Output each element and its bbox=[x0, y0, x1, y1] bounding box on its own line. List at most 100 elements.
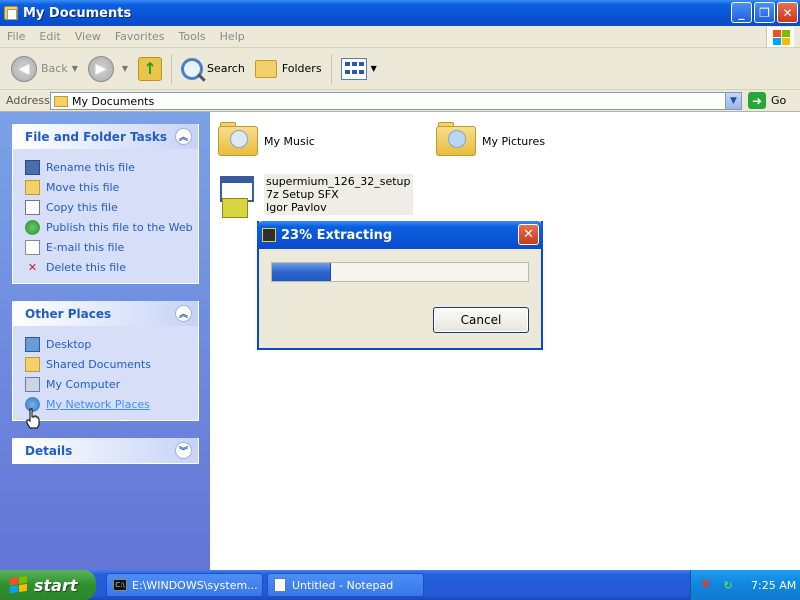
desktop-icon bbox=[25, 336, 40, 352]
file-type: 7z Setup SFX bbox=[266, 188, 339, 201]
file-name: My Music bbox=[264, 135, 315, 148]
search-label: Search bbox=[207, 62, 245, 75]
file-name: My Pictures bbox=[482, 135, 546, 148]
place-desktop[interactable]: Desktop bbox=[25, 334, 198, 354]
go-button[interactable]: ➜ Go bbox=[748, 92, 786, 109]
panel-title: Other Places bbox=[25, 306, 112, 321]
security-shield-icon[interactable]: ⛨ bbox=[699, 578, 713, 592]
up-folder-icon: ↑ bbox=[138, 56, 163, 81]
folder-my-music[interactable]: My Music bbox=[216, 118, 315, 158]
chevron-down-icon: ▼ bbox=[370, 64, 377, 73]
dialog-close-button[interactable]: ✕ bbox=[518, 224, 539, 245]
menu-file[interactable]: File bbox=[0, 30, 32, 43]
dialog-title: 23% Extracting bbox=[281, 227, 393, 243]
windows-logo-icon bbox=[766, 27, 794, 47]
address-value: My Documents bbox=[72, 94, 155, 108]
toolbar: ◀ Back ▼ ▶ ▼ ↑ Search Folders ▼ bbox=[0, 48, 800, 90]
task-label: Copy this file bbox=[46, 200, 118, 214]
expand-icon[interactable]: ︾ bbox=[175, 442, 192, 459]
hand-cursor-icon bbox=[26, 408, 40, 429]
computer-icon bbox=[25, 376, 40, 392]
folders-button[interactable]: Folders bbox=[250, 51, 327, 87]
address-field[interactable]: My Documents ▼ bbox=[50, 92, 742, 110]
task-email[interactable]: E-mail this file bbox=[25, 237, 198, 257]
search-icon bbox=[181, 57, 204, 80]
place-label: My Computer bbox=[46, 377, 121, 391]
back-arrow-icon: ◀ bbox=[11, 55, 37, 82]
archive-icon bbox=[262, 228, 276, 242]
extract-dialog: 23% Extracting ✕ Cancel bbox=[257, 221, 543, 350]
chevron-down-icon: ▼ bbox=[71, 64, 78, 73]
task-label: Rename this file bbox=[46, 160, 135, 174]
taskbar-button-notepad[interactable]: Untitled - Notepad bbox=[267, 573, 424, 597]
menu-tools[interactable]: Tools bbox=[172, 30, 213, 43]
notepad-icon bbox=[274, 578, 286, 592]
collapse-icon[interactable]: ︽ bbox=[175, 128, 192, 145]
address-bar: Address My Documents ▼ ➜ Go bbox=[0, 90, 800, 112]
task-pane: File and Folder Tasks ︽ Rename this file… bbox=[0, 112, 210, 570]
other-places-header[interactable]: Other Places ︽ bbox=[13, 301, 198, 326]
task-delete[interactable]: ✕ Delete this file bbox=[25, 257, 198, 277]
folders-icon bbox=[254, 59, 277, 78]
views-icon bbox=[340, 57, 367, 80]
panel-title: File and Folder Tasks bbox=[25, 129, 168, 144]
file-name: supermium_126_32_setup bbox=[266, 175, 411, 188]
close-button[interactable]: ✕ bbox=[777, 2, 798, 23]
file-supermium-setup[interactable]: supermium_126_32_setup 7z Setup SFX Igor… bbox=[216, 174, 413, 222]
place-label: Shared Documents bbox=[46, 357, 151, 371]
command-prompt-icon: C:\ bbox=[113, 579, 127, 591]
progress-fill bbox=[272, 263, 331, 281]
menu-favorites[interactable]: Favorites bbox=[108, 30, 172, 43]
start-label: start bbox=[34, 575, 78, 595]
place-my-network-places[interactable]: My Network Places bbox=[25, 394, 198, 414]
maximize-button[interactable]: ❐ bbox=[754, 2, 775, 23]
address-dropdown-button[interactable]: ▼ bbox=[725, 93, 741, 109]
task-move[interactable]: Move this file bbox=[25, 177, 198, 197]
up-folder-button[interactable]: ↑ bbox=[133, 51, 167, 87]
menu-edit[interactable]: Edit bbox=[32, 30, 67, 43]
move-icon bbox=[25, 179, 40, 195]
toolbar-separator bbox=[171, 53, 173, 84]
file-author: Igor Pavlov bbox=[266, 201, 327, 214]
system-tray: ⛨ ↻ 7:25 AM bbox=[690, 570, 800, 600]
place-shared-documents[interactable]: Shared Documents bbox=[25, 354, 198, 374]
taskbar-button-cmd[interactable]: C:\ E:\WINDOWS\system... bbox=[106, 573, 263, 597]
shared-folder-icon bbox=[25, 356, 40, 372]
task-publish[interactable]: Publish this file to the Web bbox=[25, 217, 198, 237]
menu-view[interactable]: View bbox=[68, 30, 108, 43]
views-button[interactable]: ▼ bbox=[336, 51, 382, 87]
clock[interactable]: 7:25 AM bbox=[751, 579, 796, 592]
menu-help[interactable]: Help bbox=[213, 30, 252, 43]
chevron-down-icon: ▼ bbox=[121, 64, 129, 73]
forward-button[interactable]: ▶ ▼ bbox=[83, 51, 133, 87]
dialog-title-bar[interactable]: 23% Extracting ✕ bbox=[257, 221, 543, 249]
globe-icon bbox=[25, 219, 40, 235]
task-rename[interactable]: Rename this file bbox=[25, 157, 198, 177]
file-folder-tasks-header[interactable]: File and Folder Tasks ︽ bbox=[13, 124, 198, 149]
task-label: Move this file bbox=[46, 180, 120, 194]
task-label: E-mail this file bbox=[46, 240, 125, 254]
folder-icon bbox=[54, 95, 68, 107]
search-button[interactable]: Search bbox=[176, 51, 250, 87]
back-label: Back bbox=[41, 62, 68, 75]
file-details: supermium_126_32_setup 7z Setup SFX Igor… bbox=[264, 174, 413, 215]
rename-icon bbox=[25, 159, 40, 175]
place-my-computer[interactable]: My Computer bbox=[25, 374, 198, 394]
menu-bar: File Edit View Favorites Tools Help bbox=[0, 26, 800, 48]
sync-icon[interactable]: ↻ bbox=[721, 578, 735, 592]
title-bar[interactable]: My Documents _ ❐ ✕ bbox=[0, 0, 800, 26]
cancel-button[interactable]: Cancel bbox=[433, 307, 529, 333]
delete-icon: ✕ bbox=[27, 260, 38, 274]
taskbar-button-label: Untitled - Notepad bbox=[292, 578, 394, 592]
email-icon bbox=[25, 239, 40, 255]
collapse-icon[interactable]: ︽ bbox=[175, 305, 192, 322]
folder-my-pictures[interactable]: My Pictures bbox=[434, 118, 545, 158]
back-button[interactable]: ◀ Back ▼ bbox=[6, 51, 83, 87]
task-copy[interactable]: Copy this file bbox=[25, 197, 198, 217]
start-button[interactable]: start bbox=[0, 570, 96, 600]
folders-label: Folders bbox=[281, 62, 322, 75]
place-label: Desktop bbox=[46, 337, 92, 351]
place-label: My Network Places bbox=[46, 397, 150, 411]
minimize-button[interactable]: _ bbox=[731, 2, 752, 23]
details-header[interactable]: Details ︾ bbox=[13, 438, 198, 463]
